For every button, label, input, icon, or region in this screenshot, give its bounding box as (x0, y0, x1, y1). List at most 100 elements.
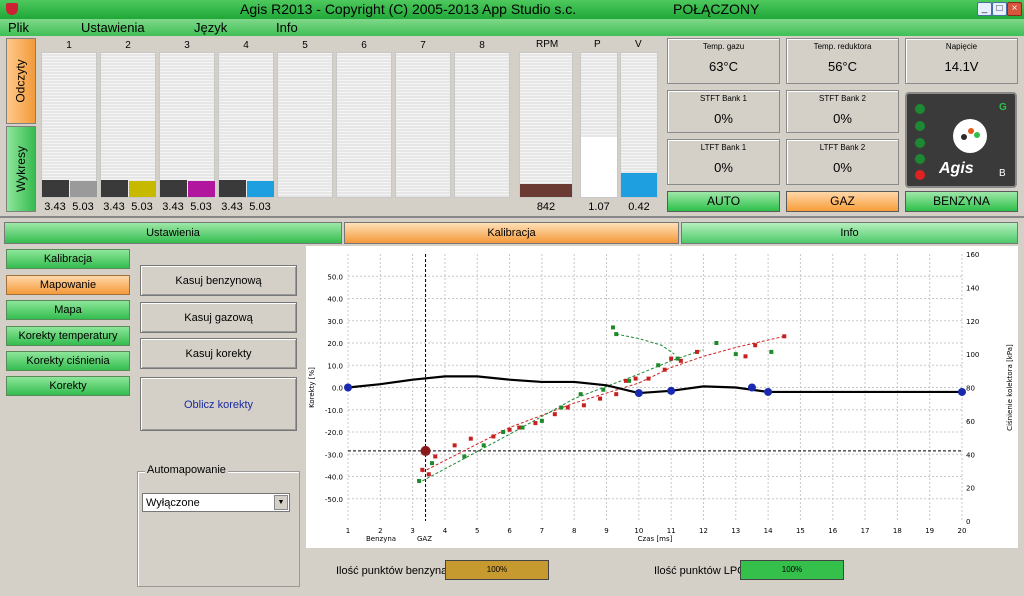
gas-point (769, 349, 774, 354)
reducer-temp-label: Temp. reduktora (813, 42, 872, 51)
petrol-point (633, 376, 638, 381)
window-title: Agis R2013 - Copyright (C) 2005-2013 App… (240, 1, 577, 17)
subtab-mapowanie[interactable]: Mapowanie (6, 275, 130, 295)
correction-point (344, 383, 352, 392)
y2-axis-label: Ciśnienie kolektora [kPa] (1006, 344, 1014, 431)
gas-point (481, 443, 486, 448)
menu-ustawienia[interactable]: Ustawienia (81, 19, 145, 36)
app-icon (6, 3, 18, 15)
subtab-korekty[interactable]: Korekty (6, 376, 130, 396)
y-tick-label: -20.0 (325, 429, 343, 437)
tab-wykresy[interactable]: Wykresy (6, 126, 36, 212)
y2-tick-label: 20 (966, 485, 975, 493)
cylinder-label: 6 (361, 40, 367, 51)
petrol-point (614, 392, 619, 397)
stft1-value: 0% (714, 111, 733, 126)
menu-info[interactable]: Info (276, 19, 298, 36)
x-axis-label: Czas [ms] (638, 535, 673, 543)
voltage-value: 14.1V (944, 59, 979, 74)
gas-temp-panel: Temp. gazu 63°C (667, 38, 780, 84)
chevron-down-icon[interactable]: ▼ (274, 495, 288, 510)
rpm-gauge (519, 52, 573, 198)
tab-ustawienia[interactable]: Ustawienia (4, 222, 342, 244)
agis-logo-text: Agis (939, 160, 974, 177)
petrol-injection-bar (101, 179, 128, 197)
reset-petrol-button[interactable]: Kasuj benzynową (140, 265, 297, 296)
stft1-panel: STFT Bank 1 0% (667, 90, 780, 133)
gas-point (501, 430, 506, 434)
pressure-bar (581, 136, 617, 197)
agis-logo-panel: G B Agis (905, 92, 1017, 188)
automapping-select[interactable]: Wyłączone ▼ (142, 493, 290, 512)
pressure-gauge (580, 52, 618, 198)
y2-tick-label: 0 (966, 518, 970, 526)
cylinder-label: 8 (479, 40, 485, 51)
calibration-chart-svg: 1 2 3 4 5 6 7 8 9 10 11 12 13 14 15 16 17 18 19 2050.040.03… (308, 251, 1014, 543)
petrol-mode-button[interactable]: BENZYNA (905, 191, 1018, 212)
petrol-points-value: 100% (486, 565, 508, 574)
x-tick-label: 11 (667, 527, 676, 535)
y-tick-label: 20.0 (327, 340, 343, 348)
maximize-button[interactable]: □ (992, 2, 1007, 16)
x-tick-label: 10 (634, 527, 643, 535)
petrol-injection-bar (219, 179, 246, 197)
gas-point (417, 478, 422, 483)
legend-benzyna: Benzyna (366, 535, 396, 543)
reducer-temp-value: 56°C (827, 59, 858, 74)
x-tick-label: 3 (410, 527, 414, 535)
subtab-kalibracja[interactable]: Kalibracja (6, 249, 130, 269)
calculate-corrections-button[interactable]: Oblicz korekty (140, 377, 297, 431)
cylinder-column (41, 52, 97, 198)
petrol-point (491, 434, 496, 439)
petrol-point (426, 472, 431, 477)
lpg-points-value: 100% (781, 565, 803, 574)
x-tick-label: 13 (731, 527, 740, 535)
subtab-mapa[interactable]: Mapa (6, 300, 130, 320)
ltft1-panel: LTFT Bank 1 0% (667, 139, 780, 185)
y-tick-label: -40.0 (325, 474, 343, 482)
subtab-korekty-cisnienia[interactable]: Korekty ciśnienia (6, 351, 130, 371)
gas-point (656, 363, 661, 368)
gas-injection-bar (70, 181, 97, 197)
correction-point (667, 386, 676, 395)
y2-tick-label: 160 (966, 251, 979, 259)
gas-point (627, 378, 632, 383)
close-button[interactable]: × (1007, 2, 1022, 16)
led-3-icon (915, 138, 925, 148)
reset-corrections-button[interactable]: Kasuj korekty (140, 338, 297, 369)
gas-point (601, 387, 606, 392)
gas-point (733, 352, 738, 357)
y-tick-label: 40.0 (327, 296, 343, 304)
automapping-label: Automapowanie (145, 464, 228, 476)
menu-plik[interactable]: Plik (8, 19, 29, 36)
voltage-panel: Napięcie 14.1V (905, 38, 1018, 84)
y-tick-label: -30.0 (325, 451, 343, 459)
tab-odczyty[interactable]: Odczyty (6, 38, 36, 124)
ltft2-value: 0% (833, 160, 852, 175)
connection-status: POŁĄCZONY (673, 1, 760, 17)
gas-temp-label: Temp. gazu (702, 42, 745, 51)
subtab-korekty-temperatury[interactable]: Korekty temperatury (6, 326, 130, 346)
x-tick-label: 12 (699, 527, 708, 535)
gas-point (675, 356, 680, 361)
petrol-point (452, 443, 457, 448)
gas-mode-button[interactable]: GAZ (786, 191, 899, 212)
stft1-label: STFT Bank 1 (700, 94, 747, 103)
petrol-point (468, 436, 473, 441)
cylinder-column (395, 52, 451, 198)
petrol-point (581, 403, 586, 408)
x-tick-label: 9 (604, 527, 608, 535)
auto-mode-button[interactable]: AUTO (667, 191, 780, 212)
tab-info[interactable]: Info (681, 222, 1018, 244)
x-tick-label: 2 (378, 527, 382, 535)
petrol-injection-bar (42, 179, 69, 197)
minimize-button[interactable]: _ (977, 2, 992, 16)
tab-kalibracja[interactable]: Kalibracja (344, 222, 679, 244)
cursor-point (420, 445, 431, 456)
x-tick-label: 8 (572, 527, 576, 535)
gas-point (714, 341, 719, 345)
menu-jezyk[interactable]: Język (194, 19, 227, 36)
cylinder-column (159, 52, 215, 198)
petrol-injection-value: 3.43 (162, 201, 184, 213)
reset-gas-button[interactable]: Kasuj gazową (140, 302, 297, 333)
